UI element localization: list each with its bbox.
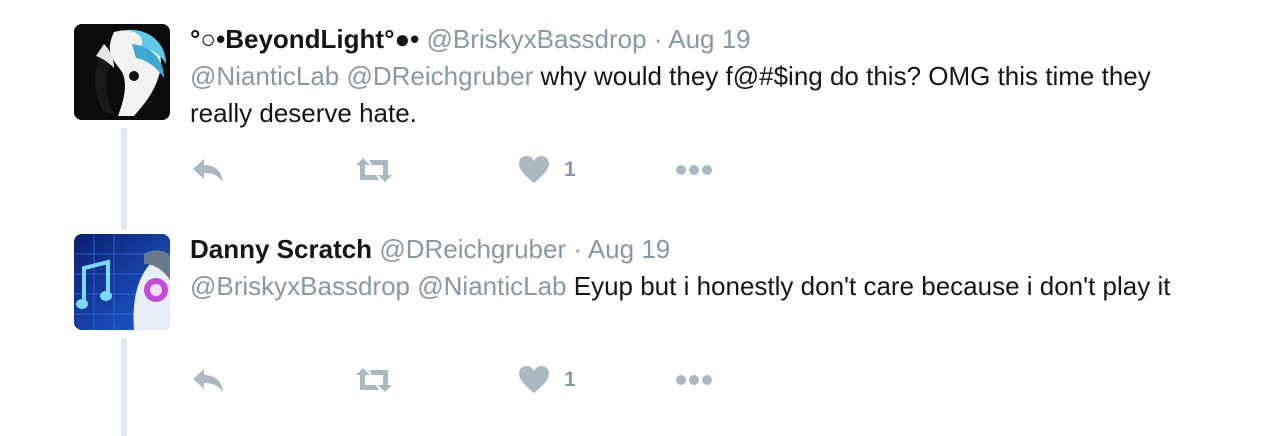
reply-icon bbox=[193, 369, 223, 392]
reply-button[interactable] bbox=[190, 360, 226, 400]
mention-link[interactable]: @NianticLab bbox=[190, 61, 339, 91]
tweet-text: @NianticLab @DReichgruber why would they… bbox=[190, 58, 1190, 132]
retweet-icon bbox=[356, 368, 392, 392]
avatar[interactable] bbox=[74, 234, 170, 330]
heart-icon bbox=[519, 366, 549, 393]
reply-button[interactable] bbox=[190, 150, 226, 190]
retweet-icon bbox=[356, 158, 392, 182]
display-name[interactable]: °○•BeyondLight°●• bbox=[190, 24, 419, 54]
timestamp[interactable]: Aug 19 bbox=[668, 24, 750, 54]
like-button[interactable]: 1 bbox=[518, 360, 576, 400]
mention-link[interactable]: @BriskyxBassdrop bbox=[190, 271, 410, 301]
tweet-text: @BriskyxBassdrop @NianticLab Eyup but i … bbox=[190, 268, 1190, 305]
like-button[interactable]: 1 bbox=[518, 150, 576, 190]
avatar-image bbox=[74, 234, 170, 330]
separator: · bbox=[573, 234, 583, 264]
tweet[interactable]: °○•BeyondLight°●• @BriskyxBassdrop · Aug… bbox=[0, 0, 1280, 220]
tweet-body: Eyup but i honestly don't care because i… bbox=[573, 271, 1171, 301]
more-dots-icon bbox=[676, 165, 712, 175]
more-button[interactable] bbox=[674, 150, 714, 190]
mention-link[interactable]: @DReichgruber bbox=[346, 61, 533, 91]
avatar-image bbox=[74, 24, 170, 120]
tweet-header: °○•BeyondLight°●• @BriskyxBassdrop · Aug… bbox=[190, 24, 751, 54]
heart-icon bbox=[519, 156, 549, 183]
mention-link[interactable]: @NianticLab bbox=[417, 271, 566, 301]
like-count: 1 bbox=[564, 158, 576, 181]
username[interactable]: @BriskyxBassdrop bbox=[427, 24, 647, 54]
tweet-actions: 1 bbox=[190, 360, 750, 400]
more-dots-icon bbox=[676, 375, 712, 385]
reply-icon bbox=[193, 159, 223, 182]
more-button[interactable] bbox=[674, 360, 714, 400]
like-count: 1 bbox=[564, 368, 576, 391]
separator: · bbox=[653, 24, 663, 54]
display-name[interactable]: Danny Scratch bbox=[190, 234, 372, 264]
tweet-header: Danny Scratch @DReichgruber · Aug 19 bbox=[190, 234, 670, 264]
thread-line bbox=[121, 338, 127, 436]
avatar[interactable] bbox=[74, 24, 170, 120]
retweet-button[interactable] bbox=[354, 150, 394, 190]
username[interactable]: @DReichgruber bbox=[379, 234, 566, 264]
retweet-button[interactable] bbox=[354, 360, 394, 400]
tweet-actions: 1 bbox=[190, 150, 750, 190]
timestamp[interactable]: Aug 19 bbox=[588, 234, 670, 264]
